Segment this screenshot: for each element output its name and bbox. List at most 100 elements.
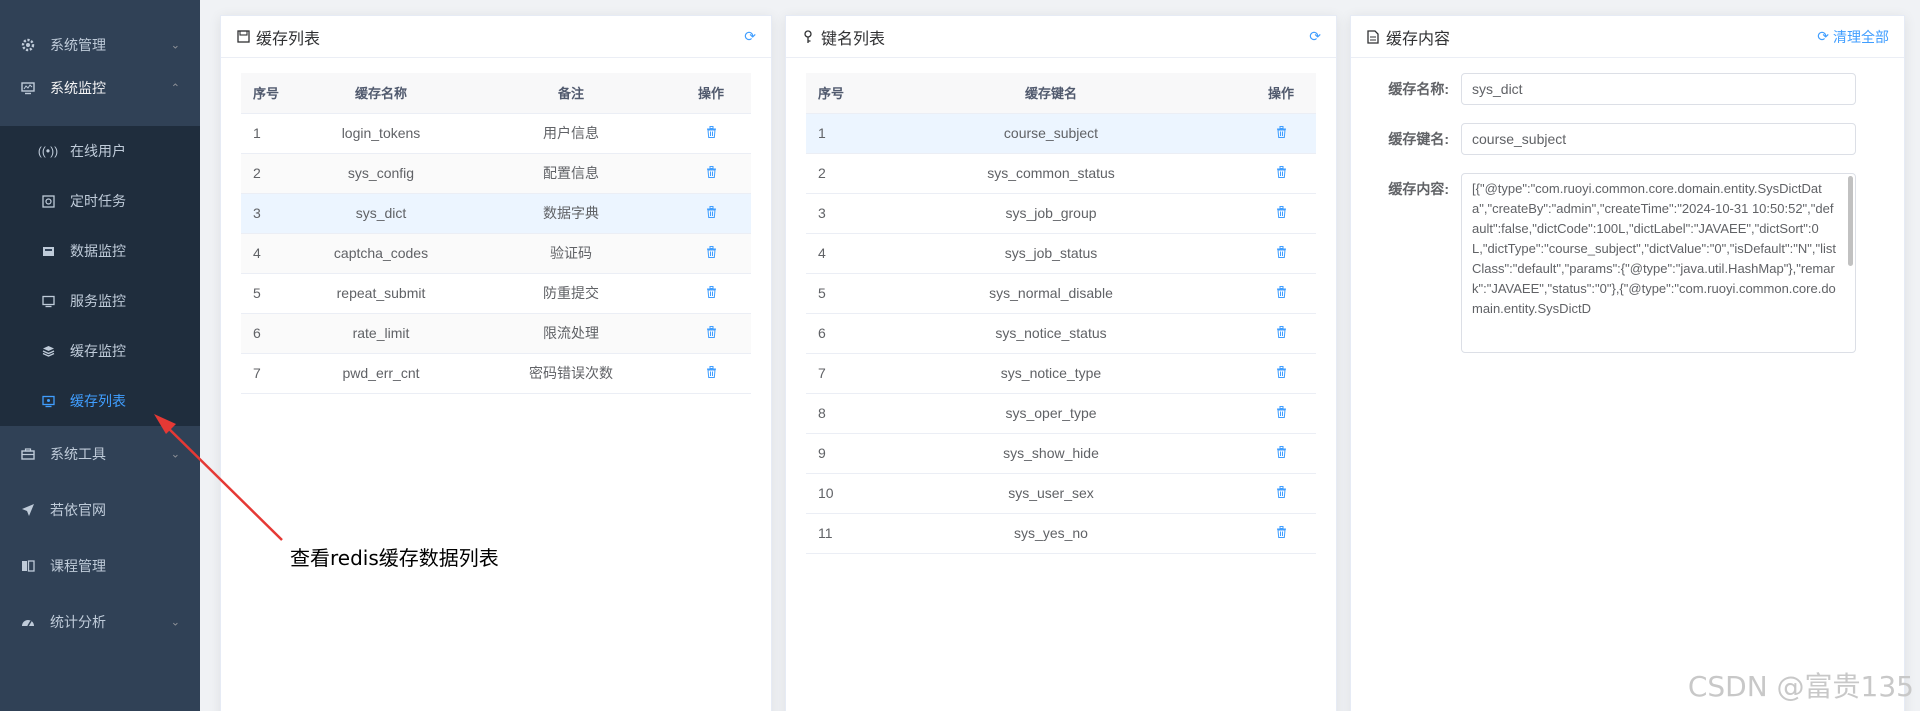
menu-label: 系统监控 xyxy=(50,80,106,96)
table-row[interactable]: 6 sys_notice_status xyxy=(806,313,1316,354)
col-header: 序号 xyxy=(241,73,291,114)
menu-system-monitor[interactable]: 系统监控 ⌃ xyxy=(0,68,200,108)
table-row[interactable]: 1 course_subject xyxy=(806,113,1316,154)
table-row[interactable]: 6 rate_limit 限流处理 xyxy=(241,313,751,354)
redis-icon xyxy=(40,343,56,359)
delete-icon[interactable] xyxy=(1276,166,1287,181)
delete-icon[interactable] xyxy=(706,126,717,141)
stats-icon xyxy=(20,614,36,630)
table-row[interactable]: 8 sys_oper_type xyxy=(806,393,1316,434)
refresh-cache-list-button[interactable]: ⟳ xyxy=(744,28,756,45)
table-row[interactable]: 4 sys_job_status xyxy=(806,233,1316,274)
cell-no: 4 xyxy=(806,233,856,274)
delete-icon[interactable] xyxy=(1276,286,1287,301)
delete-icon[interactable] xyxy=(1276,366,1287,381)
delete-icon[interactable] xyxy=(1276,526,1287,541)
cache-content-label: 缓存内容: xyxy=(1388,181,1449,197)
table-row[interactable]: 9 sys_show_hide xyxy=(806,433,1316,474)
sub-item-label: 在线用户 xyxy=(70,143,126,159)
cell-no: 2 xyxy=(806,153,856,194)
cache-key-field[interactable] xyxy=(1461,123,1856,155)
cell-no: 7 xyxy=(241,353,291,394)
delete-icon[interactable] xyxy=(1276,406,1287,421)
col-header: 序号 xyxy=(806,73,856,114)
cell-cache-key: sys_notice_type xyxy=(856,353,1246,394)
delete-icon[interactable] xyxy=(1276,126,1287,141)
menu-statistics[interactable]: 统计分析 ⌄ xyxy=(0,594,200,650)
cell-no: 9 xyxy=(806,433,856,474)
menu-ruoyi-website[interactable]: 若依官网 xyxy=(0,482,200,538)
form-row-cache-content: 缓存内容: [{"@type":"com.ruoyi.common.core.d… xyxy=(1351,173,1884,353)
sub-item-label: 服务监控 xyxy=(70,293,126,309)
table-row[interactable]: 2 sys_config 配置信息 xyxy=(241,153,751,194)
textarea-scrollbar[interactable] xyxy=(1848,176,1853,266)
cell-no: 1 xyxy=(241,113,291,154)
sidebar-item-cache-list[interactable]: 缓存列表 xyxy=(0,376,200,426)
cache-content-textarea[interactable]: [{"@type":"com.ruoyi.common.core.domain.… xyxy=(1461,173,1856,353)
tool-icon xyxy=(20,446,36,462)
table-row[interactable]: 3 sys_job_group xyxy=(806,193,1316,234)
sub-item-label: 缓存监控 xyxy=(70,343,126,359)
cache-name-field[interactable] xyxy=(1461,73,1856,105)
gear-icon xyxy=(20,37,36,53)
delete-icon[interactable] xyxy=(1276,206,1287,221)
sidebar-item-cache-monitor[interactable]: 缓存监控 xyxy=(0,326,200,376)
cell-remark: 验证码 xyxy=(471,233,671,274)
refresh-key-list-button[interactable]: ⟳ xyxy=(1309,28,1321,45)
cell-no: 1 xyxy=(806,113,856,154)
cache-list-header: 缓存列表 ⟳ xyxy=(221,16,771,58)
delete-icon[interactable] xyxy=(706,246,717,261)
table-row[interactable]: 5 sys_normal_disable xyxy=(806,273,1316,314)
menu-label: 统计分析 xyxy=(50,614,106,630)
cell-cache-key: sys_oper_type xyxy=(856,393,1246,434)
sidebar-item-online-users[interactable]: ((•)) 在线用户 xyxy=(0,126,200,176)
delete-icon[interactable] xyxy=(1276,486,1287,501)
table-row[interactable]: 2 sys_common_status xyxy=(806,153,1316,194)
col-header: 操作 xyxy=(1246,73,1316,114)
cell-cache-name: login_tokens xyxy=(291,113,471,154)
table-row[interactable]: 3 sys_dict 数据字典 xyxy=(241,193,751,234)
clear-all-button[interactable]: ⟳ 清理全部 xyxy=(1817,27,1889,47)
menu-system-tools[interactable]: 系统工具 ⌄ xyxy=(0,426,200,482)
delete-icon[interactable] xyxy=(1276,246,1287,261)
cell-remark: 配置信息 xyxy=(471,153,671,194)
cell-cache-key: sys_normal_disable xyxy=(856,273,1246,314)
chevron-down-icon: ⌄ xyxy=(170,39,180,52)
cache-key-label: 缓存键名: xyxy=(1388,131,1449,147)
form-row-cache-name: 缓存名称: xyxy=(1351,73,1884,105)
watermark: CSDN @富贵135 xyxy=(1687,670,1914,703)
table-row[interactable]: 7 pwd_err_cnt 密码错误次数 xyxy=(241,353,751,394)
delete-icon[interactable] xyxy=(706,206,717,221)
cell-no: 3 xyxy=(241,193,291,234)
cell-no: 7 xyxy=(806,353,856,394)
menu-course-management[interactable]: 课程管理 xyxy=(0,538,200,594)
delete-icon[interactable] xyxy=(706,366,717,381)
cell-remark: 防重提交 xyxy=(471,273,671,314)
table-row[interactable]: 5 repeat_submit 防重提交 xyxy=(241,273,751,314)
server-icon xyxy=(40,293,56,309)
cell-cache-name: sys_config xyxy=(291,153,471,194)
table-row[interactable]: 4 captcha_codes 验证码 xyxy=(241,233,751,274)
table-header-row: 序号 缓存名称 备注 操作 xyxy=(241,73,751,114)
cell-no: 6 xyxy=(806,313,856,354)
delete-icon[interactable] xyxy=(1276,446,1287,461)
document-icon xyxy=(1366,29,1380,44)
table-row[interactable]: 7 sys_notice_type xyxy=(806,353,1316,394)
cell-no: 3 xyxy=(806,193,856,234)
table-row[interactable]: 11 sys_yes_no xyxy=(806,513,1316,554)
chevron-down-icon: ⌄ xyxy=(170,616,180,629)
cache-list-table: 序号 缓存名称 备注 操作 1 login_tokens 用户信息 2 sys_conf… xyxy=(241,73,751,394)
delete-icon[interactable] xyxy=(706,166,717,181)
table-row[interactable]: 10 sys_user_sex xyxy=(806,473,1316,514)
table-row[interactable]: 1 login_tokens 用户信息 xyxy=(241,113,751,154)
sidebar-item-scheduled-tasks[interactable]: 定时任务 xyxy=(0,176,200,226)
monitor-submenu: ((•)) 在线用户 定时任务 数据监控 服务监控 缓存监控 缓存列表 xyxy=(0,126,200,426)
delete-icon[interactable] xyxy=(706,326,717,341)
delete-icon[interactable] xyxy=(706,286,717,301)
druid-icon xyxy=(40,243,56,259)
sidebar-item-server-monitor[interactable]: 服务监控 xyxy=(0,276,200,326)
delete-icon[interactable] xyxy=(1276,326,1287,341)
sidebar-item-data-monitor[interactable]: 数据监控 xyxy=(0,226,200,276)
cell-cache-name: sys_dict xyxy=(291,193,471,234)
job-icon xyxy=(40,193,56,209)
